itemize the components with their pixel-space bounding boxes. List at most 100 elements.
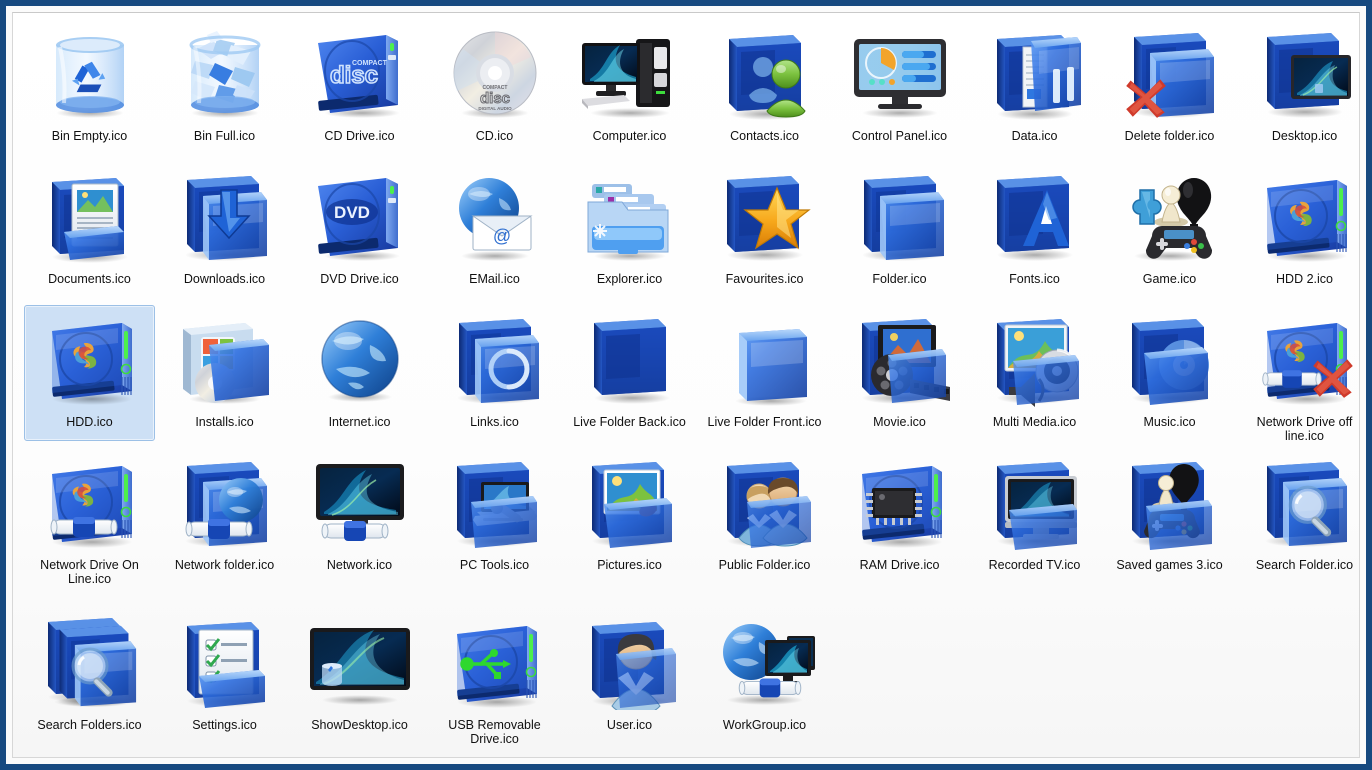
icon-label: Downloads.ico: [184, 272, 265, 286]
icon-label: HDD.ico: [66, 415, 113, 429]
workgroup-icon: [704, 608, 826, 720]
icon-item[interactable]: Live Folder Back.ico: [562, 301, 697, 444]
icon-label: Documents.ico: [48, 272, 131, 286]
icon-item[interactable]: Search Folders.ico: [22, 604, 157, 758]
icon-item[interactable]: Control Panel.ico: [832, 15, 967, 158]
icon-item[interactable]: Network Drive off line.ico: [1237, 301, 1360, 444]
icon-item[interactable]: Computer.ico: [562, 15, 697, 158]
icon-label: EMail.ico: [469, 272, 520, 286]
icon-item[interactable]: @ EMail.ico: [427, 158, 562, 301]
icon-item[interactable]: Desktop.ico: [1237, 15, 1360, 158]
icon-item[interactable]: Contacts.ico: [697, 15, 832, 158]
icon-label: Game.ico: [1143, 272, 1197, 286]
icon-item[interactable]: Recorded TV.ico: [967, 444, 1102, 604]
icon-item[interactable]: Public Folder.ico: [697, 444, 832, 604]
icon-item[interactable]: Search Folder.ico: [1237, 444, 1360, 604]
icon-label: Bin Full.ico: [194, 129, 255, 143]
compact-disc-icon: COMPACT disc DIGITAL AUDIO: [434, 19, 556, 131]
multimedia-folder-icon: [974, 305, 1096, 417]
icon-item[interactable]: Network folder.ico: [157, 444, 292, 604]
icon-item[interactable]: COMPACT disc CD Drive.ico: [292, 15, 427, 158]
icon-label: Contacts.ico: [730, 129, 799, 143]
recycle-bin-empty-icon: [29, 19, 151, 131]
svg-text:disc: disc: [330, 62, 378, 89]
icon-item[interactable]: Network.ico: [292, 444, 427, 604]
icon-item[interactable]: Game.ico: [1102, 158, 1237, 301]
user-folder-icon: [569, 608, 691, 720]
fonts-folder-icon: [974, 162, 1096, 274]
icon-item[interactable]: Links.ico: [427, 301, 562, 444]
recycle-bin-full-icon: [164, 19, 286, 131]
icon-item[interactable]: WorkGroup.ico: [697, 604, 832, 758]
search-folders-icon: [29, 608, 151, 720]
network-folder-icon: [164, 448, 286, 560]
icon-item[interactable]: Bin Empty.ico: [22, 15, 157, 158]
usb-removable-drive-icon: [434, 608, 556, 720]
icon-item[interactable]: HDD.ico: [22, 301, 157, 444]
icon-item[interactable]: Music.ico: [1102, 301, 1237, 444]
icon-item[interactable]: Live Folder Front.ico: [697, 301, 832, 444]
icon-item[interactable]: Bin Full.ico: [157, 15, 292, 158]
icon-item[interactable]: Pictures.ico: [562, 444, 697, 604]
icon-label: CD.ico: [476, 129, 514, 143]
icon-label: Network.ico: [327, 558, 392, 572]
documents-folder-icon: [29, 162, 151, 274]
icon-item[interactable]: Favourites.ico: [697, 158, 832, 301]
icon-label: Multi Media.ico: [993, 415, 1076, 429]
icon-label: Search Folder.ico: [1256, 558, 1353, 572]
icon-item[interactable]: Internet.ico: [292, 301, 427, 444]
svg-text:disc: disc: [479, 90, 509, 107]
email-globe-icon: @: [434, 162, 556, 274]
ram-drive-icon: [839, 448, 961, 560]
movie-folder-icon: [839, 305, 961, 417]
icon-item[interactable]: RAM Drive.ico: [832, 444, 967, 604]
icon-item[interactable]: ShowDesktop.ico: [292, 604, 427, 758]
icon-item[interactable]: Fonts.ico: [967, 158, 1102, 301]
icon-label: User.ico: [607, 718, 652, 732]
hard-disk-drive-2-icon: [1244, 162, 1361, 274]
internet-globe-icon: [299, 305, 421, 417]
network-drive-offline-icon: [1244, 305, 1361, 417]
dvd-drive-icon: DVD: [299, 162, 421, 274]
icon-item[interactable]: Multi Media.ico: [967, 301, 1102, 444]
icon-item[interactable]: Explorer.ico: [562, 158, 697, 301]
icon-item[interactable]: Network Drive On Line.ico: [22, 444, 157, 604]
icon-label: Pictures.ico: [597, 558, 662, 572]
icon-item[interactable]: Data.ico: [967, 15, 1102, 158]
icon-label: Movie.ico: [873, 415, 926, 429]
data-folder-icon: [974, 19, 1096, 131]
icon-label: Network Drive On Line.ico: [31, 558, 149, 586]
control-panel-monitor-icon: [839, 19, 961, 131]
live-folder-front-icon: [704, 305, 826, 417]
icon-item[interactable]: Delete folder.ico: [1102, 15, 1237, 158]
recorded-tv-icon: [974, 448, 1096, 560]
icon-label: Live Folder Back.ico: [573, 415, 686, 429]
icon-label: Delete folder.ico: [1125, 129, 1215, 143]
icon-label: USB Removable Drive.ico: [436, 718, 554, 746]
icon-label: Folder.ico: [872, 272, 926, 286]
icon-item[interactable]: USB Removable Drive.ico: [427, 604, 562, 758]
icon-item[interactable]: User.ico: [562, 604, 697, 758]
icon-label: Computer.ico: [593, 129, 667, 143]
links-folder-icon: [434, 305, 556, 417]
icon-label: PC Tools.ico: [460, 558, 529, 572]
icon-label: Installs.ico: [195, 415, 253, 429]
icon-item[interactable]: Documents.ico: [22, 158, 157, 301]
icon-label: Music.ico: [1143, 415, 1195, 429]
icon-item[interactable]: COMPACT disc DIGITAL AUDIO CD.ico: [427, 15, 562, 158]
icon-label: Public Folder.ico: [719, 558, 811, 572]
icon-item[interactable]: Installs.ico: [157, 301, 292, 444]
music-folder-icon: [1109, 305, 1231, 417]
icon-item[interactable]: DVD DVD Drive.ico: [292, 158, 427, 301]
cd-drive-icon: COMPACT disc: [299, 19, 421, 131]
favourites-star-folder-icon: [704, 162, 826, 274]
icon-item[interactable]: Saved games 3.ico: [1102, 444, 1237, 604]
icon-item[interactable]: Folder.ico: [832, 158, 967, 301]
icon-item[interactable]: Settings.ico: [157, 604, 292, 758]
plain-folder-icon: [839, 162, 961, 274]
show-desktop-icon: [299, 608, 421, 720]
icon-item[interactable]: HDD 2.ico: [1237, 158, 1360, 301]
icon-item[interactable]: Downloads.ico: [157, 158, 292, 301]
icon-item[interactable]: Movie.ico: [832, 301, 967, 444]
icon-item[interactable]: PC Tools.ico: [427, 444, 562, 604]
